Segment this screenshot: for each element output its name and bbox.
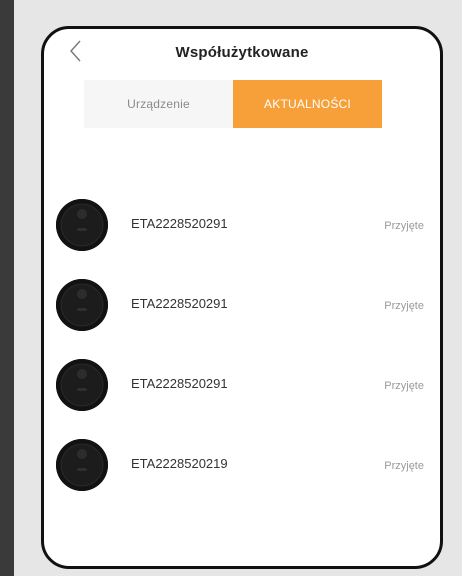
robot-vacuum-icon [56, 439, 108, 491]
device-id: ETA2228520291 [131, 216, 228, 231]
phone-frame: Współużytkowane Urządzenie AKTUALNOŚCI E… [41, 26, 443, 569]
tab-news[interactable]: AKTUALNOŚCI [233, 80, 382, 128]
page-title: Współużytkowane [175, 44, 309, 61]
device-id: ETA2228520219 [131, 456, 228, 471]
tab-bar: Urządzenie AKTUALNOŚCI [84, 80, 382, 128]
robot-vacuum-icon [56, 359, 108, 411]
status-label: Przyjęte [384, 220, 424, 232]
left-edge-strip [0, 0, 14, 576]
list-item[interactable]: ETA2228520291 Przyjęte [44, 359, 440, 419]
list-item[interactable]: ETA2228520219 Przyjęte [44, 439, 440, 499]
status-label: Przyjęte [384, 380, 424, 392]
robot-vacuum-icon [56, 199, 108, 251]
list-item[interactable]: ETA2228520291 Przyjęte [44, 279, 440, 339]
device-id: ETA2228520291 [131, 296, 228, 311]
device-id: ETA2228520291 [131, 376, 228, 391]
robot-vacuum-icon [56, 279, 108, 331]
tab-devices[interactable]: Urządzenie [84, 80, 233, 128]
status-label: Przyjęte [384, 300, 424, 312]
status-label: Przyjęte [384, 460, 424, 472]
list-item[interactable]: ETA2228520291 Przyjęte [44, 199, 440, 259]
